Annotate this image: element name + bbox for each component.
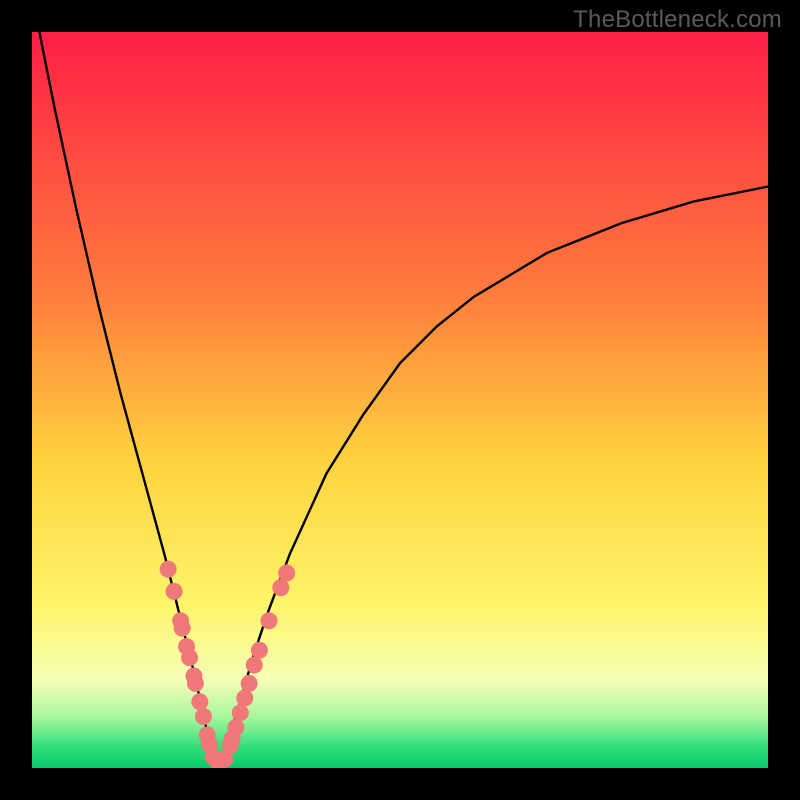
data-dot <box>272 579 289 596</box>
data-dot <box>227 719 244 736</box>
plot-area <box>32 32 768 768</box>
data-dot <box>181 649 198 666</box>
data-dots <box>160 561 296 768</box>
data-dot <box>160 561 177 578</box>
data-dot <box>174 620 191 637</box>
curve-path <box>32 32 768 768</box>
data-dot <box>195 708 212 725</box>
data-dot <box>246 656 263 673</box>
watermark-text: TheBottleneck.com <box>573 6 782 34</box>
data-dot <box>232 704 249 721</box>
bottleneck-curve <box>32 32 768 768</box>
chart-frame: TheBottleneck.com <box>0 0 800 800</box>
data-dot <box>187 675 204 692</box>
data-dot <box>236 690 253 707</box>
data-dot <box>241 675 258 692</box>
data-dot <box>251 642 268 659</box>
data-dot <box>278 564 295 581</box>
data-dot <box>191 693 208 710</box>
data-dot <box>166 583 183 600</box>
data-dot <box>260 612 277 629</box>
